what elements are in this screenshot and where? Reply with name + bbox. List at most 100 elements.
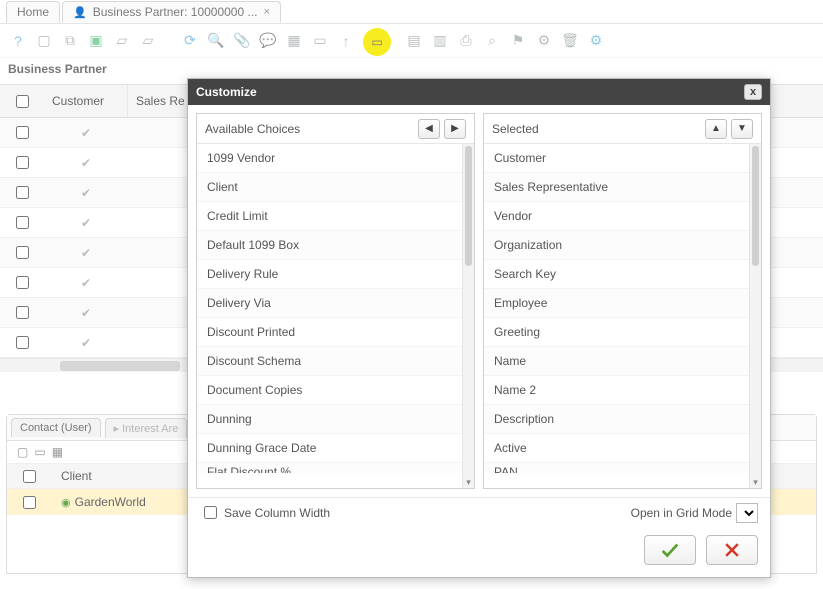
list-item[interactable]: Flat Discount %	[197, 463, 462, 473]
mini-grid-icon[interactable]: ▦	[52, 445, 63, 459]
sub-col-client[interactable]: Client	[51, 469, 102, 483]
list-item[interactable]: Delivery Via	[197, 289, 462, 318]
person-icon: 👤	[73, 6, 87, 19]
archive-icon[interactable]: ▥	[430, 31, 450, 51]
cell-check-icon: ✔	[44, 186, 128, 200]
undo-box-icon-2[interactable]: ▱	[138, 31, 158, 51]
org-icon: ◉	[61, 496, 71, 509]
dialog-titlebar[interactable]: Customize x	[188, 79, 770, 105]
available-vscroll[interactable]: ▾	[462, 144, 474, 488]
sub-select-all[interactable]	[23, 470, 36, 483]
grid-select-all[interactable]	[16, 95, 29, 108]
tab-contact-user[interactable]: Contact (User)	[11, 418, 101, 437]
cell-check-icon: ✔	[44, 126, 128, 140]
requests-icon[interactable]: ⚑	[508, 31, 528, 51]
main-toolbar: ? ▢ ⧉ ▣ ▱ ▱ ⟳ 🔍 📎 💬 ▦ ▭ ↑ ↓ ▤ ▥ ⎙ ⌕ ⚑ ⚙ …	[0, 24, 823, 58]
move-up-button[interactable]: ▲	[705, 119, 727, 139]
selected-vscroll[interactable]: ▾	[749, 144, 761, 488]
cancel-button[interactable]	[706, 535, 758, 565]
list-item[interactable]: Name	[484, 347, 749, 376]
help-circle-icon[interactable]: ?	[8, 31, 28, 51]
gear-icon[interactable]: ⚙	[586, 31, 606, 51]
trash-icon[interactable]: 🗑	[560, 31, 580, 51]
copy-icon[interactable]: ⧉	[60, 31, 80, 51]
chat-icon[interactable]: 💬	[258, 31, 278, 51]
list-item[interactable]: Search Key	[484, 260, 749, 289]
tab-business-partner[interactable]: 👤 Business Partner: 10000000 ... ×	[62, 1, 281, 23]
scroll-down-icon[interactable]: ▾	[463, 476, 474, 488]
list-item[interactable]: Customer	[484, 144, 749, 173]
open-grid-mode-select[interactable]	[736, 503, 758, 523]
undo-box-icon[interactable]: ▱	[112, 31, 132, 51]
selected-list[interactable]: Customer Sales Representative Vendor Org…	[484, 144, 749, 473]
list-item[interactable]: Dunning	[197, 405, 462, 434]
attachment-icon[interactable]: 📎	[232, 31, 252, 51]
mini-new-icon[interactable]: ▢	[17, 445, 28, 459]
grid-icon[interactable]: ▦	[284, 31, 304, 51]
dialog-close-button[interactable]: x	[744, 84, 762, 100]
list-item[interactable]: PAN	[484, 463, 749, 473]
list-item[interactable]: Name 2	[484, 376, 749, 405]
list-item[interactable]: Discount Schema	[197, 347, 462, 376]
sub-row-client: GardenWorld	[75, 495, 146, 509]
list-item[interactable]: Client	[197, 173, 462, 202]
nav-prev-icon[interactable]: ↑	[336, 31, 356, 51]
check-icon	[659, 539, 681, 561]
form-icon[interactable]: ▭	[310, 31, 330, 51]
row-select[interactable]	[16, 216, 29, 229]
list-item[interactable]: Dunning Grace Date	[197, 434, 462, 463]
list-item[interactable]: Default 1099 Box	[197, 231, 462, 260]
move-right-button[interactable]: ▶	[444, 119, 466, 139]
tab-bp-label: Business Partner: 10000000 ...	[93, 5, 258, 19]
cell-check-icon: ✔	[44, 306, 128, 320]
cell-check-icon: ✔	[44, 276, 128, 290]
mini-form-icon[interactable]: ▭	[34, 445, 45, 459]
row-select[interactable]	[16, 246, 29, 259]
grid-col-customer[interactable]: Customer	[44, 85, 128, 117]
x-icon	[722, 540, 742, 560]
customize-dialog: Customize x Available Choices ◀ ▶ 1099 V…	[187, 78, 771, 578]
list-item[interactable]: 1099 Vendor	[197, 144, 462, 173]
row-select[interactable]	[16, 126, 29, 139]
sub-row-select[interactable]	[23, 496, 36, 509]
list-item[interactable]: Vendor	[484, 202, 749, 231]
row-select[interactable]	[16, 276, 29, 289]
row-select[interactable]	[16, 156, 29, 169]
list-item[interactable]: Document Copies	[197, 376, 462, 405]
list-item[interactable]: Description	[484, 405, 749, 434]
new-doc-icon[interactable]: ▢	[34, 31, 54, 51]
scroll-down-icon[interactable]: ▾	[750, 476, 761, 488]
tab-home[interactable]: Home	[6, 1, 60, 23]
save-column-width-checkbox[interactable]: Save Column Width	[200, 503, 330, 522]
available-list[interactable]: 1099 Vendor Client Credit Limit Default …	[197, 144, 462, 473]
refresh-icon[interactable]: ⟳	[180, 31, 200, 51]
form-view-highlight-icon: ▭	[363, 28, 391, 56]
zoom-across-icon[interactable]: ⌕	[482, 31, 502, 51]
search-icon[interactable]: 🔍	[206, 31, 226, 51]
move-left-button[interactable]: ◀	[418, 119, 440, 139]
tab-interest-area[interactable]: ▸ Interest Are	[105, 418, 188, 438]
list-item[interactable]: Active	[484, 434, 749, 463]
ok-button[interactable]	[644, 535, 696, 565]
list-item[interactable]: Greeting	[484, 318, 749, 347]
row-select[interactable]	[16, 186, 29, 199]
save-icon[interactable]: ▣	[86, 31, 106, 51]
list-item[interactable]: Employee	[484, 289, 749, 318]
chevron-right-icon: ▸	[114, 423, 120, 435]
process-icon[interactable]: ⚙	[534, 31, 554, 51]
list-item[interactable]: Credit Limit	[197, 202, 462, 231]
list-item[interactable]: Sales Representative	[484, 173, 749, 202]
print-icon[interactable]: ⎙	[456, 31, 476, 51]
move-down-button[interactable]: ▼	[731, 119, 753, 139]
selected-panel: Selected ▲ ▼ Customer Sales Representati…	[483, 113, 762, 489]
list-item[interactable]: Organization	[484, 231, 749, 260]
close-icon[interactable]: ×	[264, 6, 270, 18]
report-icon[interactable]: ▤	[404, 31, 424, 51]
row-select[interactable]	[16, 336, 29, 349]
row-select[interactable]	[16, 306, 29, 319]
list-item[interactable]: Delivery Rule	[197, 260, 462, 289]
list-item[interactable]: Discount Printed	[197, 318, 462, 347]
cell-check-icon: ✔	[44, 246, 128, 260]
tab-home-label: Home	[17, 5, 49, 19]
cell-check-icon: ✔	[44, 216, 128, 230]
